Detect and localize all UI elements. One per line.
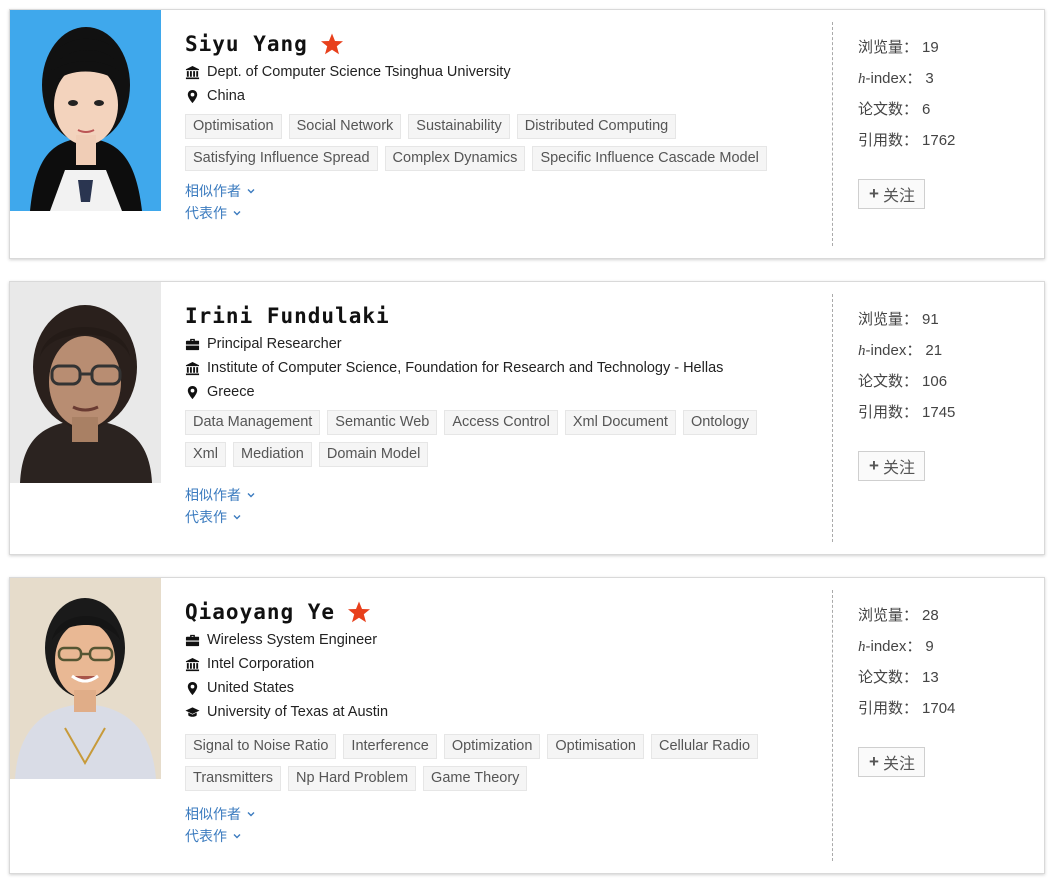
institution-icon <box>185 657 200 671</box>
location-pin-icon <box>187 89 198 103</box>
research-tag[interactable]: Xml Document <box>564 410 676 435</box>
author-name[interactable]: Irini Fundulaki <box>185 304 390 328</box>
chevron-down-icon <box>233 211 241 216</box>
research-tag[interactable]: Mediation <box>232 442 312 467</box>
chevron-down-icon <box>233 834 241 839</box>
stat-papers: 论文数： 13 <box>858 669 939 686</box>
stat-citations: 引用数： 1704 <box>858 700 956 717</box>
research-tag[interactable]: Domain Model <box>318 442 429 467</box>
research-tags: Signal to Noise Ratio Interference Optim… <box>185 734 785 798</box>
research-tag[interactable]: Social Network <box>288 114 402 139</box>
representative-works-toggle[interactable]: 代表作 <box>185 202 825 224</box>
similar-authors-toggle[interactable]: 相似作者 <box>185 484 825 506</box>
author-name[interactable]: Siyu Yang <box>185 32 308 56</box>
graduation-cap-icon <box>185 706 200 717</box>
chevron-down-icon <box>247 493 255 498</box>
research-tag[interactable]: Access Control <box>444 410 558 435</box>
author-photo[interactable] <box>10 10 161 211</box>
plus-icon: + <box>869 752 879 771</box>
research-tag[interactable]: Game Theory <box>423 766 528 791</box>
similar-authors-toggle[interactable]: 相似作者 <box>185 803 825 825</box>
research-tag[interactable]: Distributed Computing <box>516 114 677 139</box>
affiliation: Institute of Computer Science, Foundatio… <box>185 356 825 380</box>
stat-views: 浏览量： 19 <box>858 39 939 56</box>
author-stats: 浏览量： 28 h-index： 9 论文数： 13 引用数： 1704 + 关注 <box>858 604 1028 777</box>
research-tag[interactable]: Data Management <box>185 410 321 435</box>
location: Greece <box>185 380 825 404</box>
author-photo[interactable] <box>10 578 161 779</box>
research-tag[interactable]: Optimization <box>443 734 541 759</box>
research-tag[interactable]: Optimisation <box>547 734 644 759</box>
follow-button[interactable]: + 关注 <box>858 747 925 777</box>
follow-button[interactable]: + 关注 <box>858 179 925 209</box>
divider <box>832 294 833 542</box>
institution-icon <box>185 65 200 79</box>
research-tag[interactable]: Complex Dynamics <box>384 146 526 171</box>
author-card: Siyu Yang Dept. of Computer Science Tsin… <box>9 9 1045 259</box>
research-tag[interactable]: Satisfying Influence Spread <box>185 146 378 171</box>
star-icon <box>320 33 343 55</box>
author-card: Irini Fundulaki Principal Researcher Ins… <box>9 281 1045 555</box>
follow-button[interactable]: + 关注 <box>858 451 925 481</box>
briefcase-icon <box>185 634 200 646</box>
author-stats: 浏览量： 19 h-index： 3 论文数： 6 引用数： 1762 + 关注 <box>858 36 1028 209</box>
position: Wireless System Engineer <box>185 628 825 652</box>
affiliation: Dept. of Computer Science Tsinghua Unive… <box>185 60 825 84</box>
briefcase-icon <box>185 338 200 350</box>
star-icon <box>348 601 371 623</box>
research-tags: Data Management Semantic Web Access Cont… <box>185 410 785 474</box>
stat-citations: 引用数： 1745 <box>858 404 956 421</box>
stat-views: 浏览量： 91 <box>858 311 939 328</box>
research-tag[interactable]: Ontology <box>682 410 757 435</box>
divider <box>832 590 833 861</box>
divider <box>832 22 833 246</box>
education: University of Texas at Austin <box>185 700 825 724</box>
author-photo[interactable] <box>10 282 161 483</box>
research-tag[interactable]: Sustainability <box>408 114 510 139</box>
chevron-down-icon <box>247 812 255 817</box>
research-tag[interactable]: Xml <box>185 442 226 467</box>
location: United States <box>185 676 825 700</box>
research-tag[interactable]: Np Hard Problem <box>288 766 417 791</box>
similar-authors-toggle[interactable]: 相似作者 <box>185 180 825 202</box>
stat-views: 浏览量： 28 <box>858 607 939 624</box>
stat-papers: 论文数： 6 <box>858 101 931 118</box>
stat-h-index: h-index： 3 <box>858 70 934 87</box>
stat-citations: 引用数： 1762 <box>858 132 956 149</box>
chevron-down-icon <box>233 515 241 520</box>
representative-works-toggle[interactable]: 代表作 <box>185 506 825 528</box>
author-stats: 浏览量： 91 h-index： 21 论文数： 106 引用数： 1745 + 关注 <box>858 308 1028 481</box>
location: China <box>185 84 825 108</box>
research-tag[interactable]: Interference <box>343 734 437 759</box>
research-tag[interactable]: Optimisation <box>185 114 282 139</box>
research-tags: Optimisation Social Network Sustainabili… <box>185 114 785 178</box>
institution-icon <box>185 361 200 375</box>
research-tag[interactable]: Signal to Noise Ratio <box>185 734 337 759</box>
stat-h-index: h-index： 21 <box>858 342 943 359</box>
plus-icon: + <box>869 456 879 475</box>
location-pin-icon <box>187 681 198 695</box>
affiliation: Intel Corporation <box>185 652 825 676</box>
location-pin-icon <box>187 385 198 399</box>
position: Principal Researcher <box>185 332 825 356</box>
plus-icon: + <box>869 184 879 203</box>
research-tag[interactable]: Cellular Radio <box>651 734 759 759</box>
stat-h-index: h-index： 9 <box>858 638 934 655</box>
research-tag[interactable]: Transmitters <box>185 766 282 791</box>
research-tag[interactable]: Specific Influence Cascade Model <box>532 146 767 171</box>
author-list: Siyu Yang Dept. of Computer Science Tsin… <box>0 0 1054 882</box>
chevron-down-icon <box>247 189 255 194</box>
author-card: Qiaoyang Ye Wireless System Engineer Int… <box>9 577 1045 874</box>
research-tag[interactable]: Semantic Web <box>327 410 438 435</box>
stat-papers: 论文数： 106 <box>858 373 948 390</box>
representative-works-toggle[interactable]: 代表作 <box>185 825 825 847</box>
author-name[interactable]: Qiaoyang Ye <box>185 600 335 624</box>
